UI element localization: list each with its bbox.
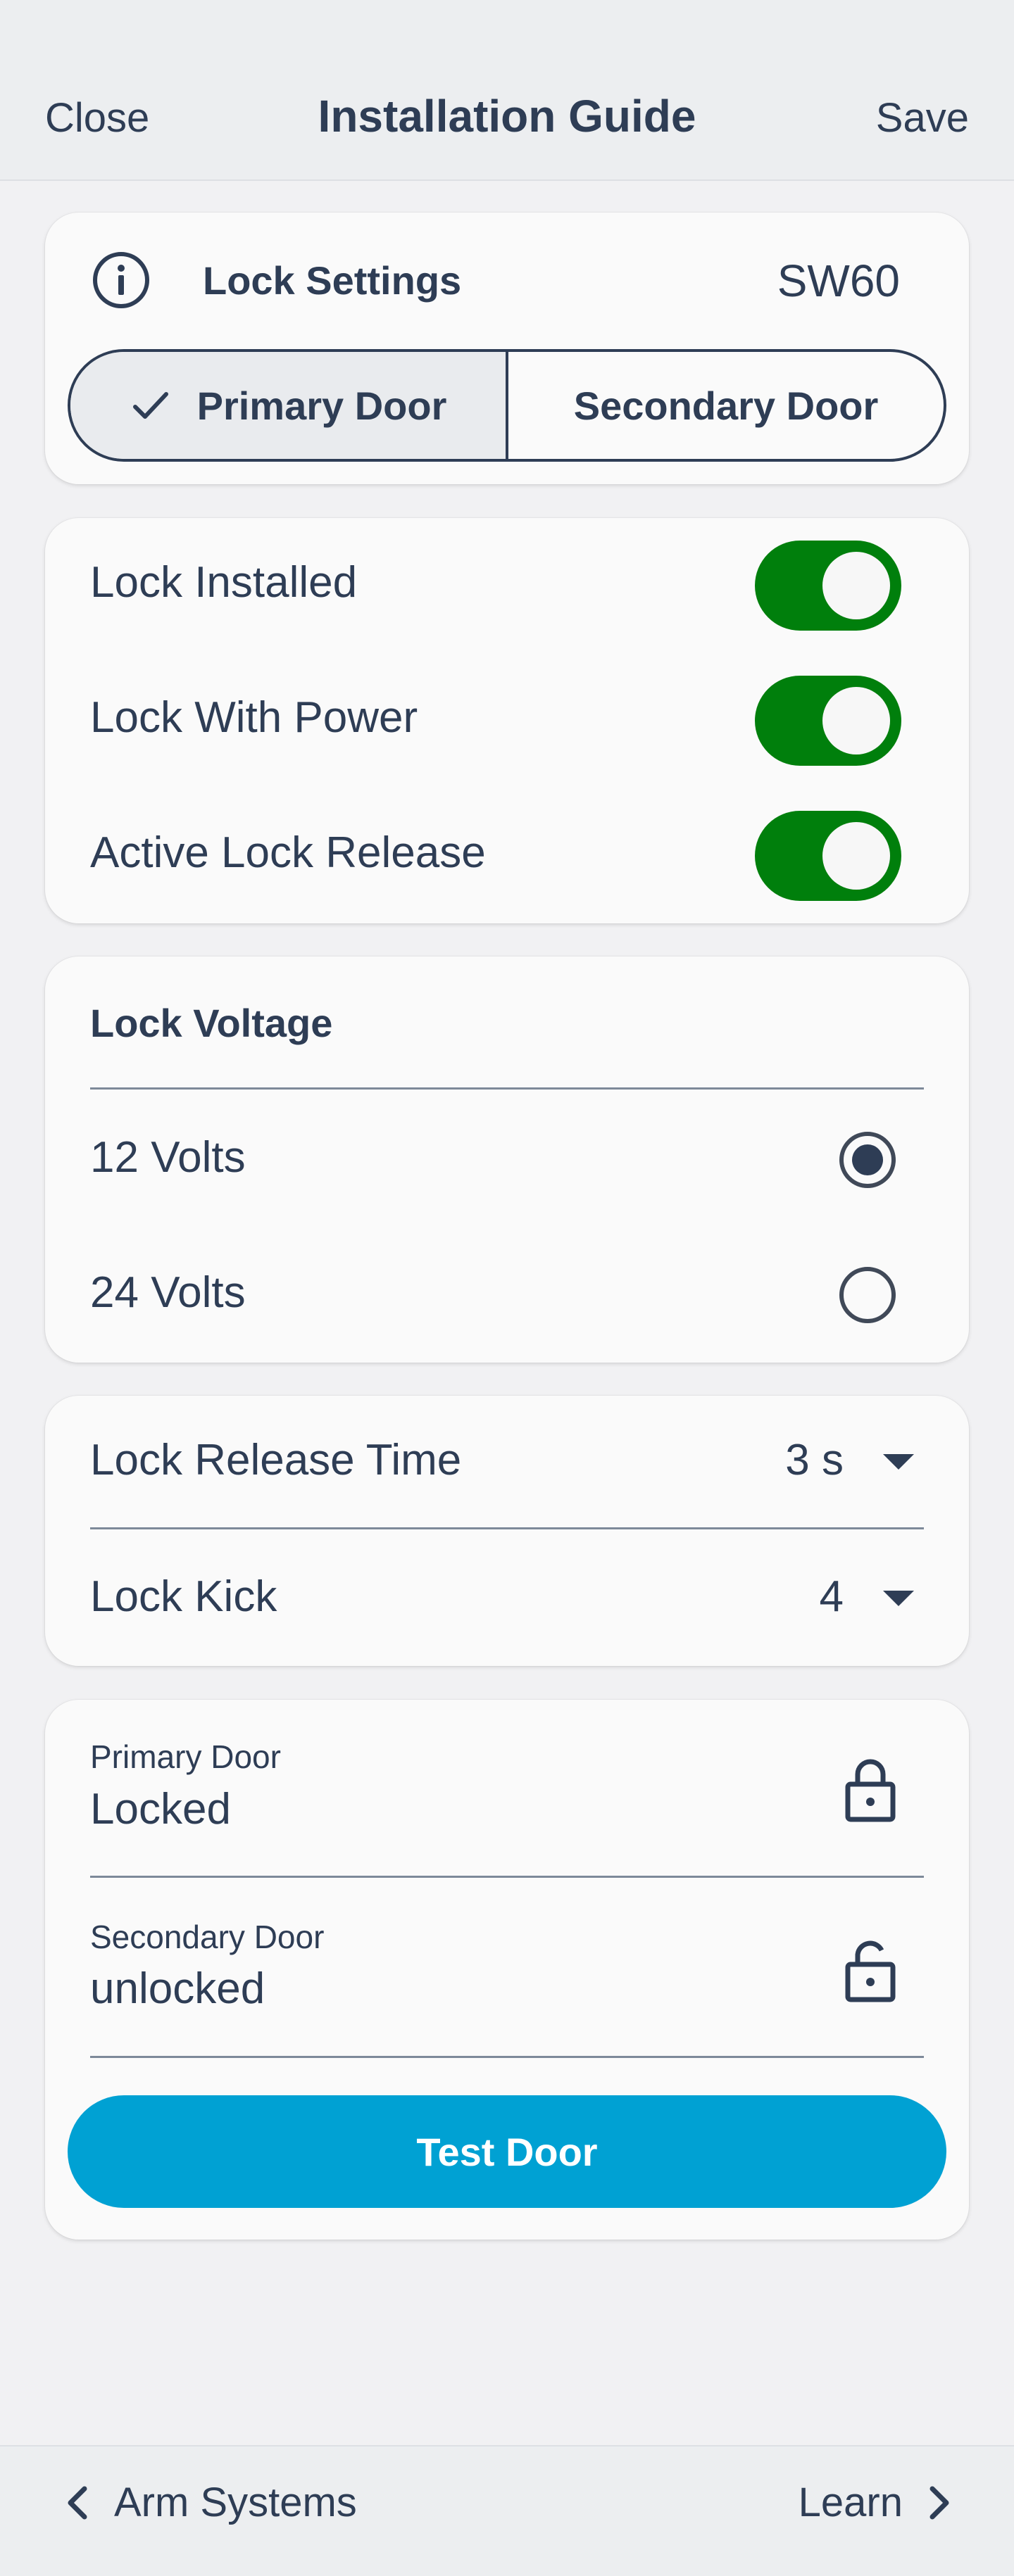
toggle-knob (822, 552, 890, 619)
chevron-down-icon[interactable] (883, 1454, 914, 1470)
door-status-card: Primary Door Locked Secondary Door unloc… (45, 1700, 969, 2240)
secondary-door-segment[interactable]: Secondary Door (508, 352, 944, 459)
lock-with-power-toggle[interactable] (755, 676, 901, 766)
divider (90, 2056, 924, 2058)
lock-kick-label: Lock Kick (90, 1572, 277, 1621)
secondary-door-segment-label: Secondary Door (573, 383, 879, 428)
chevron-down-icon[interactable] (883, 1591, 914, 1606)
lock-options-card: Lock Installed Lock With Power Active Lo… (45, 518, 969, 923)
back-nav-button[interactable]: Arm Systems (63, 2479, 357, 2526)
secondary-door-status-value: unlocked (90, 1964, 265, 2013)
bottom-nav: Arm Systems Learn (0, 2445, 1014, 2576)
save-button[interactable]: Save (876, 94, 969, 141)
lock-voltage-card: Lock Voltage 12 Volts 24 Volts (45, 956, 969, 1363)
lock-release-time-value[interactable]: 3 s (785, 1435, 844, 1485)
active-lock-release-toggle[interactable] (755, 811, 901, 901)
checkmark-icon (132, 392, 168, 419)
test-door-button[interactable]: Test Door (68, 2095, 946, 2208)
divider (90, 1876, 924, 1878)
model-label: SW60 (777, 255, 900, 306)
primary-door-status-label: Primary Door (90, 1738, 281, 1775)
lock-kick-value[interactable]: 4 (820, 1572, 844, 1622)
active-lock-release-label: Active Lock Release (90, 828, 486, 877)
lock-installed-toggle[interactable] (755, 541, 901, 631)
lock-timing-card: Lock Release Time 3 s Lock Kick 4 (45, 1396, 969, 1666)
lock-settings-title: Lock Settings (203, 258, 462, 303)
next-nav-label: Learn (798, 2480, 903, 2525)
primary-door-status-value: Locked (90, 1785, 231, 1833)
lock-settings-card: Lock Settings SW60 Primary Door Secondar… (45, 213, 969, 484)
info-icon[interactable] (92, 251, 151, 310)
next-nav-button[interactable]: Learn (799, 2479, 953, 2526)
voltage-24-label: 24 Volts (90, 1268, 246, 1317)
divider (90, 1087, 924, 1090)
divider (90, 1527, 924, 1529)
voltage-12-radio[interactable] (839, 1132, 896, 1188)
top-bar: Close Installation Guide Save (0, 0, 1014, 181)
toggle-knob (822, 687, 890, 755)
voltage-12-label: 12 Volts (90, 1133, 246, 1182)
back-nav-label: Arm Systems (114, 2480, 357, 2525)
page-title: Installation Guide (318, 91, 696, 141)
lock-with-power-label: Lock With Power (90, 693, 418, 742)
lock-open-icon (845, 1940, 896, 2002)
door-segmented-control: Primary Door Secondary Door (68, 349, 946, 462)
toggle-knob (822, 822, 890, 890)
chevron-left-icon (68, 2486, 87, 2519)
primary-door-segment[interactable]: Primary Door (70, 352, 508, 459)
secondary-door-status-label: Secondary Door (90, 1919, 325, 1955)
lock-installed-label: Lock Installed (90, 558, 358, 607)
lock-closed-icon (845, 1759, 896, 1822)
lock-release-time-label: Lock Release Time (90, 1436, 462, 1484)
lock-voltage-title: Lock Voltage (90, 1001, 333, 1045)
chevron-right-icon (930, 2486, 949, 2519)
voltage-24-radio[interactable] (839, 1267, 896, 1323)
primary-door-segment-label: Primary Door (196, 383, 447, 428)
